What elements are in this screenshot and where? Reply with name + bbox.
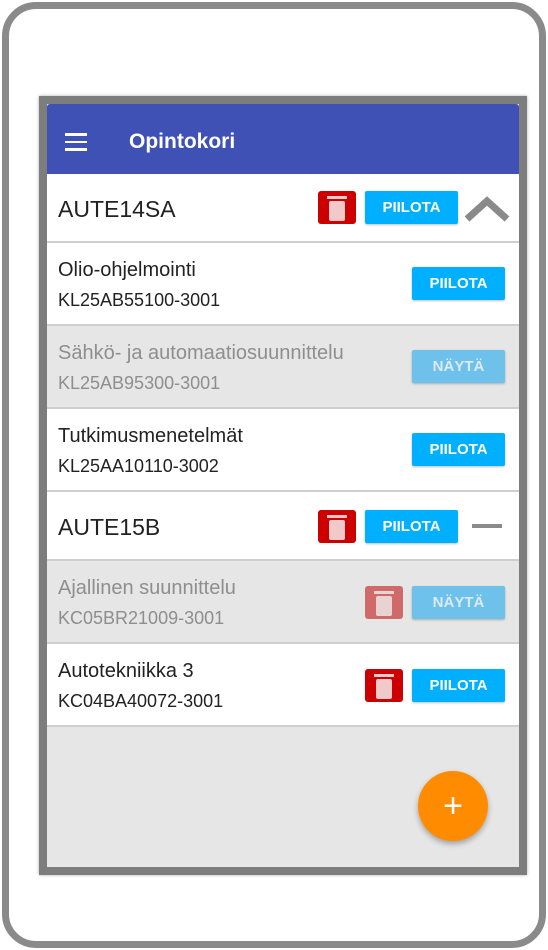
course-code: KC04BA40072-3001: [58, 691, 224, 711]
course-list: AUTE14SA PIILOTA Olio-ohjelmointi KL25AB…: [47, 174, 519, 727]
list-item: Tutkimusmenetelmät KL25AA10110-3002 PIIL…: [47, 409, 519, 492]
hide-group-button[interactable]: PIILOTA: [365, 191, 458, 224]
course-code: KL25AA10110-3002: [58, 456, 219, 476]
list-item: Autotekniikka 3 KC04BA40072-3001 PIILOTA: [47, 644, 519, 727]
course-code: KL25AB55100-3001: [58, 290, 221, 310]
course-name: Olio-ohjelmointi: [58, 259, 196, 281]
hide-group-button[interactable]: PIILOTA: [365, 510, 458, 543]
chevron-up-icon[interactable]: [464, 196, 510, 222]
menu-icon[interactable]: [65, 133, 87, 156]
group-name: AUTE14SA: [58, 196, 176, 222]
app-bar: Opintokori: [47, 104, 519, 174]
course-code: KL25AB95300-3001: [58, 373, 221, 393]
trash-icon: [374, 590, 394, 616]
delete-button[interactable]: [365, 669, 403, 702]
trash-icon: [327, 514, 347, 540]
phone-frame: Opintokori AUTE14SA PIILOTA Olio-ohjelmo…: [2, 2, 546, 948]
delete-button[interactable]: [365, 586, 403, 619]
delete-button[interactable]: [318, 191, 356, 224]
trash-icon: [327, 195, 347, 221]
course-name: Autotekniikka 3: [58, 660, 194, 682]
list-item: Olio-ohjelmointi KL25AB55100-3001 PIILOT…: [47, 243, 519, 326]
hide-button[interactable]: PIILOTA: [412, 433, 505, 466]
group-header: AUTE14SA PIILOTA: [47, 174, 519, 243]
app-screen: Opintokori AUTE14SA PIILOTA Olio-ohjelmo…: [39, 96, 527, 875]
group-name: AUTE15B: [58, 514, 161, 540]
course-name: Tutkimusmenetelmät: [58, 425, 243, 447]
delete-button[interactable]: [318, 510, 356, 543]
hide-button[interactable]: PIILOTA: [412, 669, 505, 702]
group-header: AUTE15B PIILOTA: [47, 492, 519, 561]
minus-icon[interactable]: [472, 524, 502, 528]
show-button[interactable]: NÄYTÄ: [412, 350, 505, 383]
page-title: Opintokori: [129, 130, 236, 153]
hide-button[interactable]: PIILOTA: [412, 267, 505, 300]
add-button[interactable]: +: [418, 771, 488, 841]
list-item: Ajallinen suunnittelu KC05BR21009-3001 N…: [47, 561, 519, 644]
course-name: Ajallinen suunnittelu: [58, 577, 236, 599]
course-name: Sähkö- ja automaatiosuunnittelu: [58, 342, 344, 364]
show-button[interactable]: NÄYTÄ: [412, 586, 505, 619]
course-code: KC05BR21009-3001: [58, 608, 225, 628]
trash-icon: [374, 673, 394, 699]
list-item: Sähkö- ja automaatiosuunnittelu KL25AB95…: [47, 326, 519, 409]
